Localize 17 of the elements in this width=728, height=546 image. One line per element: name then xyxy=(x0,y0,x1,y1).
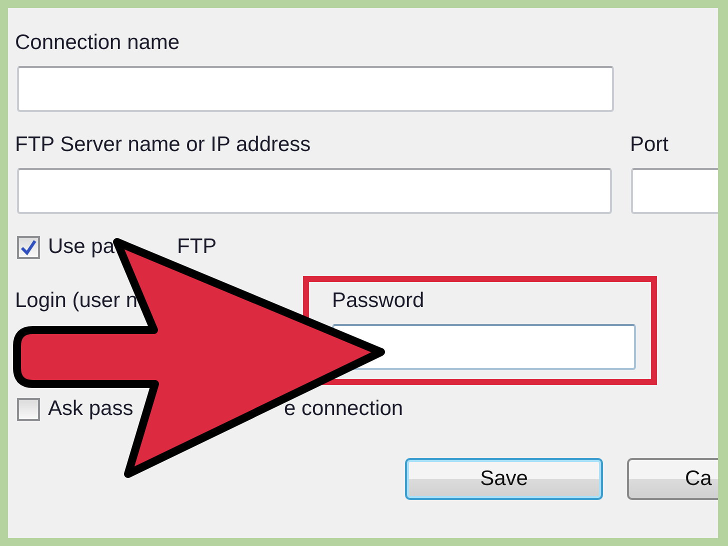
port-field[interactable] xyxy=(631,168,718,214)
field-label: Password xyxy=(332,289,426,313)
checkbox-label: Use pa xyxy=(48,235,116,259)
field-label: Login (user n xyxy=(15,289,139,314)
field-label: FTP Server name or IP address xyxy=(15,133,312,157)
checkbox-label: FTP xyxy=(177,235,217,259)
checkbox-label: e connection xyxy=(284,397,404,421)
checkbox[interactable] xyxy=(17,236,40,258)
field-label: Port xyxy=(630,133,670,157)
text-field[interactable] xyxy=(17,168,612,214)
cancel-button[interactable]: Ca xyxy=(627,458,718,500)
password-field[interactable] xyxy=(332,324,636,370)
checkbox[interactable] xyxy=(17,398,40,420)
field-label: Connection name xyxy=(15,31,181,55)
checkbox-label: Ask pass xyxy=(48,397,134,421)
save-button[interactable]: Save xyxy=(405,458,603,500)
text-field[interactable] xyxy=(17,66,614,112)
